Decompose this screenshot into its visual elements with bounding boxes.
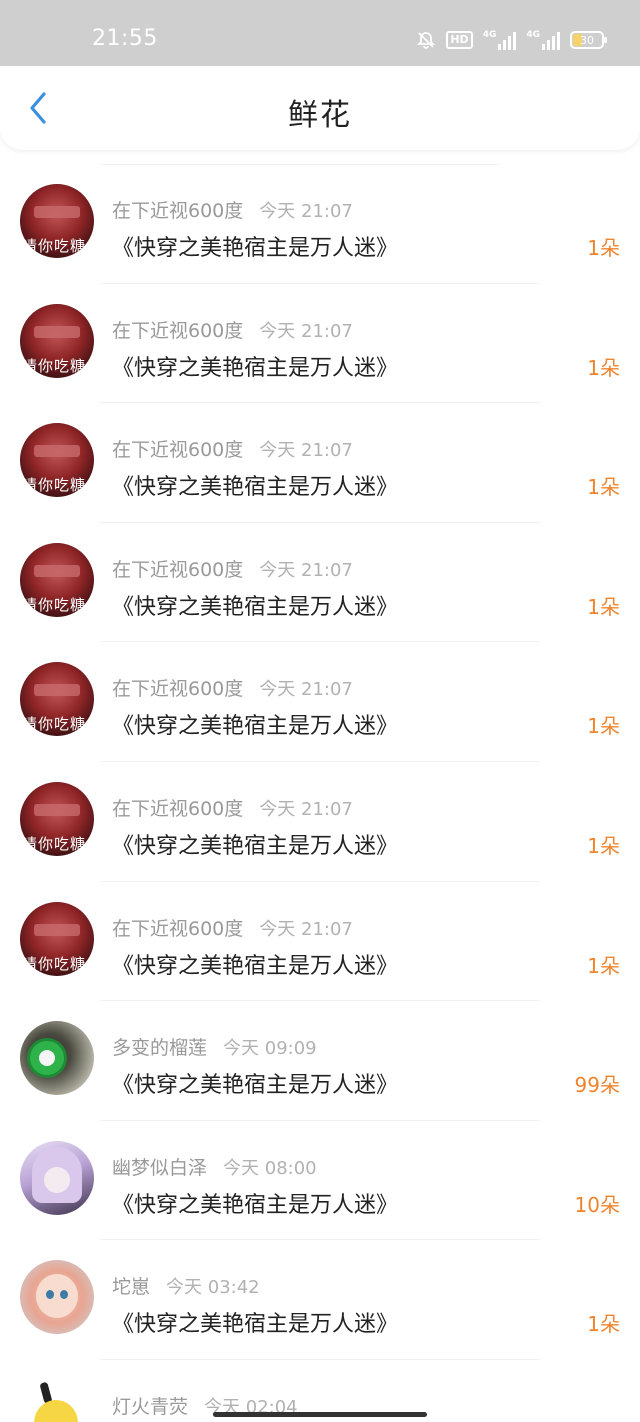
avatar[interactable]: 请你吃糖 — [20, 303, 94, 378]
user-name[interactable]: 在下近视600度 — [112, 918, 243, 940]
book-title[interactable]: 《快穿之美艳宿主是万人迷》 — [112, 1187, 398, 1219]
item-time: 今天 21:07 — [259, 440, 353, 462]
item-time: 今天 21:07 — [259, 201, 353, 222]
status-time: 21:55 — [92, 26, 158, 51]
list-item[interactable]: 请你吃糖 在下近视600度 今天 21:07 《快穿之美艳宿主是万人迷》 1朵 — [0, 642, 640, 762]
avatar[interactable]: 请你吃糖 — [20, 662, 94, 737]
list-item[interactable]: 坨崽 今天 03:42 《快穿之美艳宿主是万人迷》 1朵 — [0, 1240, 640, 1360]
book-title[interactable]: 《快穿之美艳宿主是万人迷》 — [112, 350, 398, 382]
item-meta: 在下近视600度 今天 21:07 — [112, 196, 353, 223]
bell-off-icon — [416, 30, 436, 50]
user-name[interactable]: 在下近视600度 — [112, 798, 243, 820]
header: 鲜花 — [0, 66, 640, 150]
flower-count: 10朵 — [574, 1192, 620, 1217]
signal-icon-2: 4G — [526, 30, 560, 50]
flower-count: 1朵 — [587, 833, 620, 858]
user-name[interactable]: 幽梦似白泽 — [112, 1157, 207, 1179]
avatar[interactable]: 请你吃糖 — [20, 542, 94, 617]
item-time: 今天 21:07 — [259, 559, 353, 581]
flower-count: 1朵 — [587, 1312, 620, 1337]
avatar[interactable] — [20, 1140, 94, 1215]
list-item[interactable]: 请你吃糖 在下近视600度 今天 21:07 《快穿之美艳宿主是万人迷》 1朵 — [0, 762, 640, 882]
page-title: 鲜花 — [288, 98, 352, 133]
item-time: 今天 21:07 — [259, 679, 353, 701]
item-time: 今天 21:07 — [259, 918, 353, 940]
flower-count: 1朵 — [587, 594, 620, 619]
user-name[interactable]: 在下近视600度 — [112, 678, 243, 700]
user-name[interactable]: 在下近视600度 — [112, 320, 243, 342]
user-name[interactable]: 在下近视600度 — [112, 200, 243, 222]
user-name[interactable]: 在下近视600度 — [112, 439, 243, 461]
user-name[interactable]: 灯火青荧 — [112, 1396, 188, 1418]
item-meta: 在下近视600度 今天 21:07 — [112, 555, 353, 582]
book-title[interactable]: 《快穿之美艳宿主是万人迷》 — [112, 948, 398, 980]
list-item[interactable]: 多变的榴莲 今天 09:09 《快穿之美艳宿主是万人迷》 99朵 — [0, 1001, 640, 1121]
book-title[interactable]: 《快穿之美艳宿主是万人迷》 — [112, 1067, 398, 1099]
list-item[interactable]: 请你吃糖 在下近视600度 今天 21:07 《快穿之美艳宿主是万人迷》 1朵 — [0, 523, 640, 643]
hd-icon: HD — [446, 31, 473, 49]
item-meta: 坨崽 今天 03:42 — [112, 1272, 260, 1299]
avatar[interactable]: 请你吃糖 — [20, 184, 94, 258]
network-label-2: 4G — [526, 30, 540, 40]
item-meta: 多变的榴莲 今天 09:09 — [112, 1033, 317, 1060]
flower-count: 1朵 — [587, 236, 620, 260]
avatar[interactable]: 请你吃糖 — [20, 423, 94, 498]
flower-count: 1朵 — [587, 953, 620, 978]
network-label: 4G — [482, 30, 497, 40]
item-meta: 在下近视600度 今天 21:07 — [112, 794, 353, 821]
avatar[interactable]: 请你吃糖 — [20, 781, 94, 856]
item-meta: 在下近视600度 今天 21:07 — [112, 914, 353, 941]
item-meta: 幽梦似白泽 今天 08:00 — [112, 1153, 317, 1180]
signal-icon: 4G — [483, 30, 517, 50]
item-meta: 在下近视600度 今天 21:07 — [112, 435, 353, 462]
book-title[interactable]: 《快穿之美艳宿主是万人迷》 — [112, 1306, 398, 1338]
home-indicator[interactable] — [213, 1412, 427, 1417]
flower-count: 1朵 — [587, 714, 620, 739]
status-icons: HD 4G 4G 30 — [416, 28, 607, 52]
battery-icon: 30 — [570, 31, 607, 49]
item-time: 今天 21:07 — [259, 320, 353, 342]
item-time: 今天 08:00 — [223, 1157, 317, 1179]
user-name[interactable]: 多变的榴莲 — [112, 1037, 207, 1059]
book-title[interactable]: 《快穿之美艳宿主是万人迷》 — [112, 230, 398, 262]
flower-count: 1朵 — [587, 355, 620, 380]
avatar[interactable]: 请你吃糖 — [20, 901, 94, 976]
list-item[interactable]: 幽梦似白泽 今天 08:00 《快穿之美艳宿主是万人迷》 10朵 — [0, 1121, 640, 1241]
list-item[interactable]: 请你吃糖 在下近视600度 今天 21:07 《快穿之美艳宿主是万人迷》 1朵 — [0, 403, 640, 523]
book-title[interactable]: 《快穿之美艳宿主是万人迷》 — [112, 589, 398, 621]
flower-list: 请你吃糖 在下近视600度 今天 21:07 《快穿之美艳宿主是万人迷》 1朵 请… — [0, 164, 640, 1422]
user-name[interactable]: 坨崽 — [112, 1276, 150, 1298]
item-time: 今天 21:07 — [259, 798, 353, 820]
battery-level: 30 — [580, 33, 594, 47]
flower-count: 99朵 — [574, 1073, 620, 1098]
user-name[interactable]: 在下近视600度 — [112, 559, 243, 581]
list-item[interactable]: 请你吃糖 在下近视600度 今天 21:07 《快穿之美艳宿主是万人迷》 1朵 — [0, 164, 640, 284]
avatar[interactable] — [20, 1021, 94, 1096]
book-title[interactable]: 《快穿之美艳宿主是万人迷》 — [112, 708, 398, 740]
status-bar: 21:55 HD 4G 4G 30 — [0, 0, 640, 68]
avatar[interactable] — [20, 1260, 94, 1335]
avatar[interactable] — [20, 1379, 94, 1422]
list-item[interactable]: 请你吃糖 在下近视600度 今天 21:07 《快穿之美艳宿主是万人迷》 1朵 — [0, 882, 640, 1002]
item-meta: 在下近视600度 今天 21:07 — [112, 316, 353, 343]
item-meta: 在下近视600度 今天 21:07 — [112, 674, 353, 701]
list-item[interactable]: 请你吃糖 在下近视600度 今天 21:07 《快穿之美艳宿主是万人迷》 1朵 — [0, 284, 640, 404]
item-time: 今天 09:09 — [223, 1038, 317, 1060]
book-title[interactable]: 《快穿之美艳宿主是万人迷》 — [112, 828, 398, 860]
flower-count: 1朵 — [587, 475, 620, 500]
book-title[interactable]: 《快穿之美艳宿主是万人迷》 — [112, 469, 398, 501]
item-time: 今天 03:42 — [166, 1277, 260, 1299]
